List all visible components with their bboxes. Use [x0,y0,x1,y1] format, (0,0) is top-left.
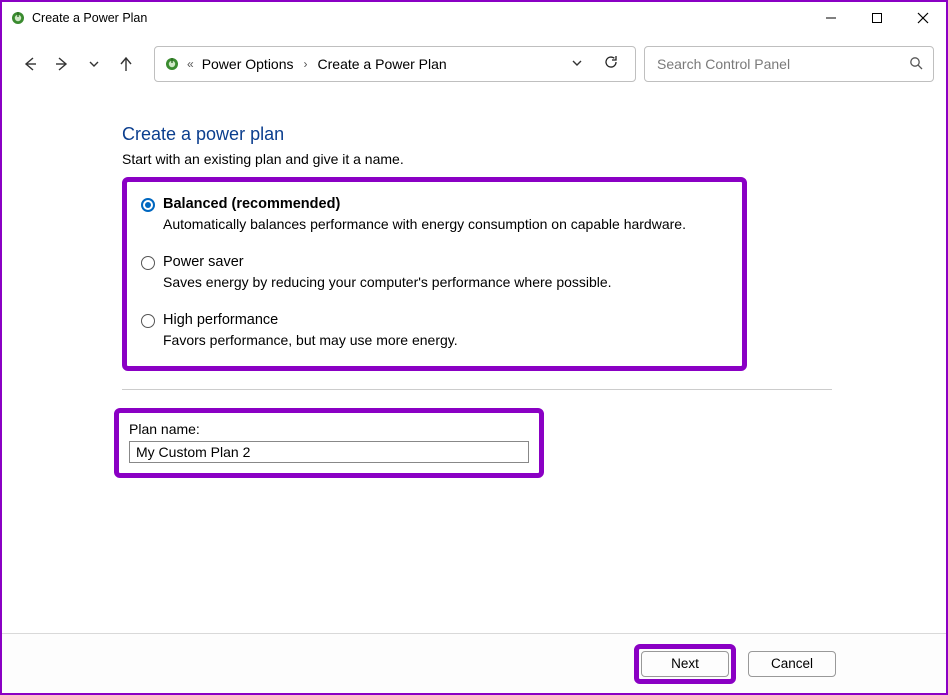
nav-row: « Power Options › Create a Power Plan [2,34,946,94]
next-highlight: Next [634,644,736,684]
plan-name-group: Plan name: [114,408,544,478]
footer: Next Cancel [2,633,946,693]
plan-option-high-performance[interactable]: High performance Favors performance, but… [141,312,728,348]
plan-description: Saves energy by reducing your computer's… [163,274,612,290]
search-input[interactable] [655,55,909,73]
search-box[interactable] [644,46,934,82]
plan-description: Favors performance, but may use more ene… [163,332,458,348]
plan-option-power-saver[interactable]: Power saver Saves energy by reducing you… [141,254,728,290]
radio-high-performance[interactable] [141,314,155,328]
breadcrumb-create-plan[interactable]: Create a Power Plan [314,54,451,74]
plan-title: Balanced (recommended) [163,196,686,212]
maximize-button[interactable] [854,2,900,34]
plan-option-balanced[interactable]: Balanced (recommended) Automatically bal… [141,196,728,232]
chevron-right-icon[interactable]: › [298,57,314,71]
back-button[interactable] [14,48,46,80]
plan-title: High performance [163,312,458,328]
plan-description: Automatically balances performance with … [163,216,686,232]
breadcrumb-overflow-icon[interactable]: « [187,57,194,71]
content-area: Create a power plan Start with an existi… [2,94,946,633]
plan-options-group: Balanced (recommended) Automatically bal… [122,177,747,371]
titlebar: Create a Power Plan [2,2,946,34]
cancel-button[interactable]: Cancel [748,651,836,677]
next-button[interactable]: Next [641,651,729,677]
radio-power-saver[interactable] [141,256,155,270]
plan-name-label: Plan name: [129,421,529,437]
minimize-button[interactable] [808,2,854,34]
address-dropdown-button[interactable] [559,57,595,72]
forward-button[interactable] [46,48,78,80]
plan-name-input[interactable] [129,441,529,463]
power-options-icon [10,10,26,26]
recent-locations-button[interactable] [78,48,110,80]
breadcrumb-power-options[interactable]: Power Options [198,54,298,74]
up-button[interactable] [110,48,142,80]
divider [122,389,832,390]
refresh-button[interactable] [595,54,627,74]
address-bar[interactable]: « Power Options › Create a Power Plan [154,46,636,82]
radio-balanced[interactable] [141,198,155,212]
power-options-icon [163,55,181,73]
page-title: Create a power plan [122,124,946,145]
window: Create a Power Plan [0,0,948,695]
plan-title: Power saver [163,254,612,270]
close-button[interactable] [900,2,946,34]
window-title: Create a Power Plan [32,11,147,25]
search-icon[interactable] [909,56,923,73]
page-subtitle: Start with an existing plan and give it … [122,151,946,167]
